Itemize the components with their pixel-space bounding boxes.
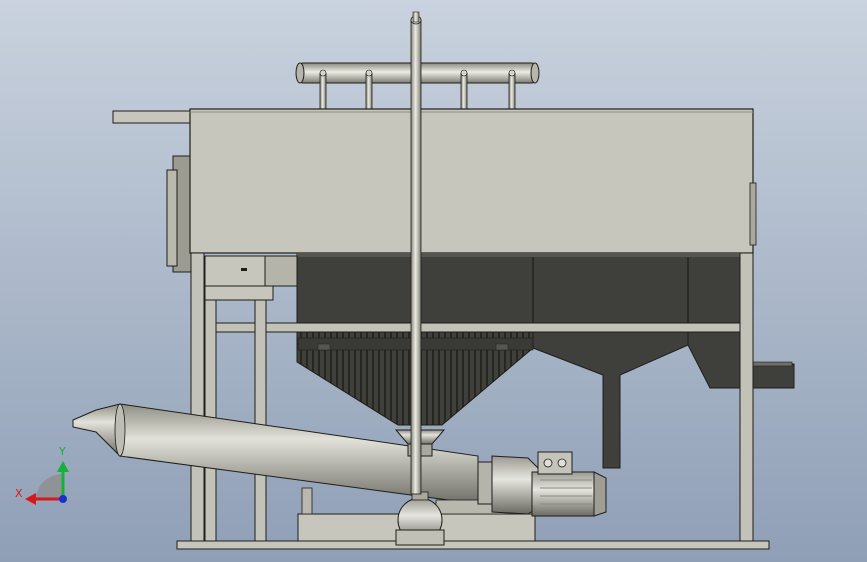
cad-viewport[interactable]: X Y [0, 0, 867, 562]
frame-beam [202, 322, 744, 333]
tank-lower-section [296, 252, 742, 324]
inlet-chute [112, 110, 194, 124]
triad-y-label: Y [58, 445, 66, 458]
triad-x-label: X [15, 487, 23, 500]
tank-right-flange [749, 182, 757, 246]
triad-z-axis [59, 495, 67, 503]
side-drive-housing [166, 155, 194, 273]
base-plate [176, 540, 770, 550]
main-tank [189, 108, 754, 254]
discharge-spout [751, 363, 795, 389]
vertical-discharge-pipe [410, 11, 422, 495]
